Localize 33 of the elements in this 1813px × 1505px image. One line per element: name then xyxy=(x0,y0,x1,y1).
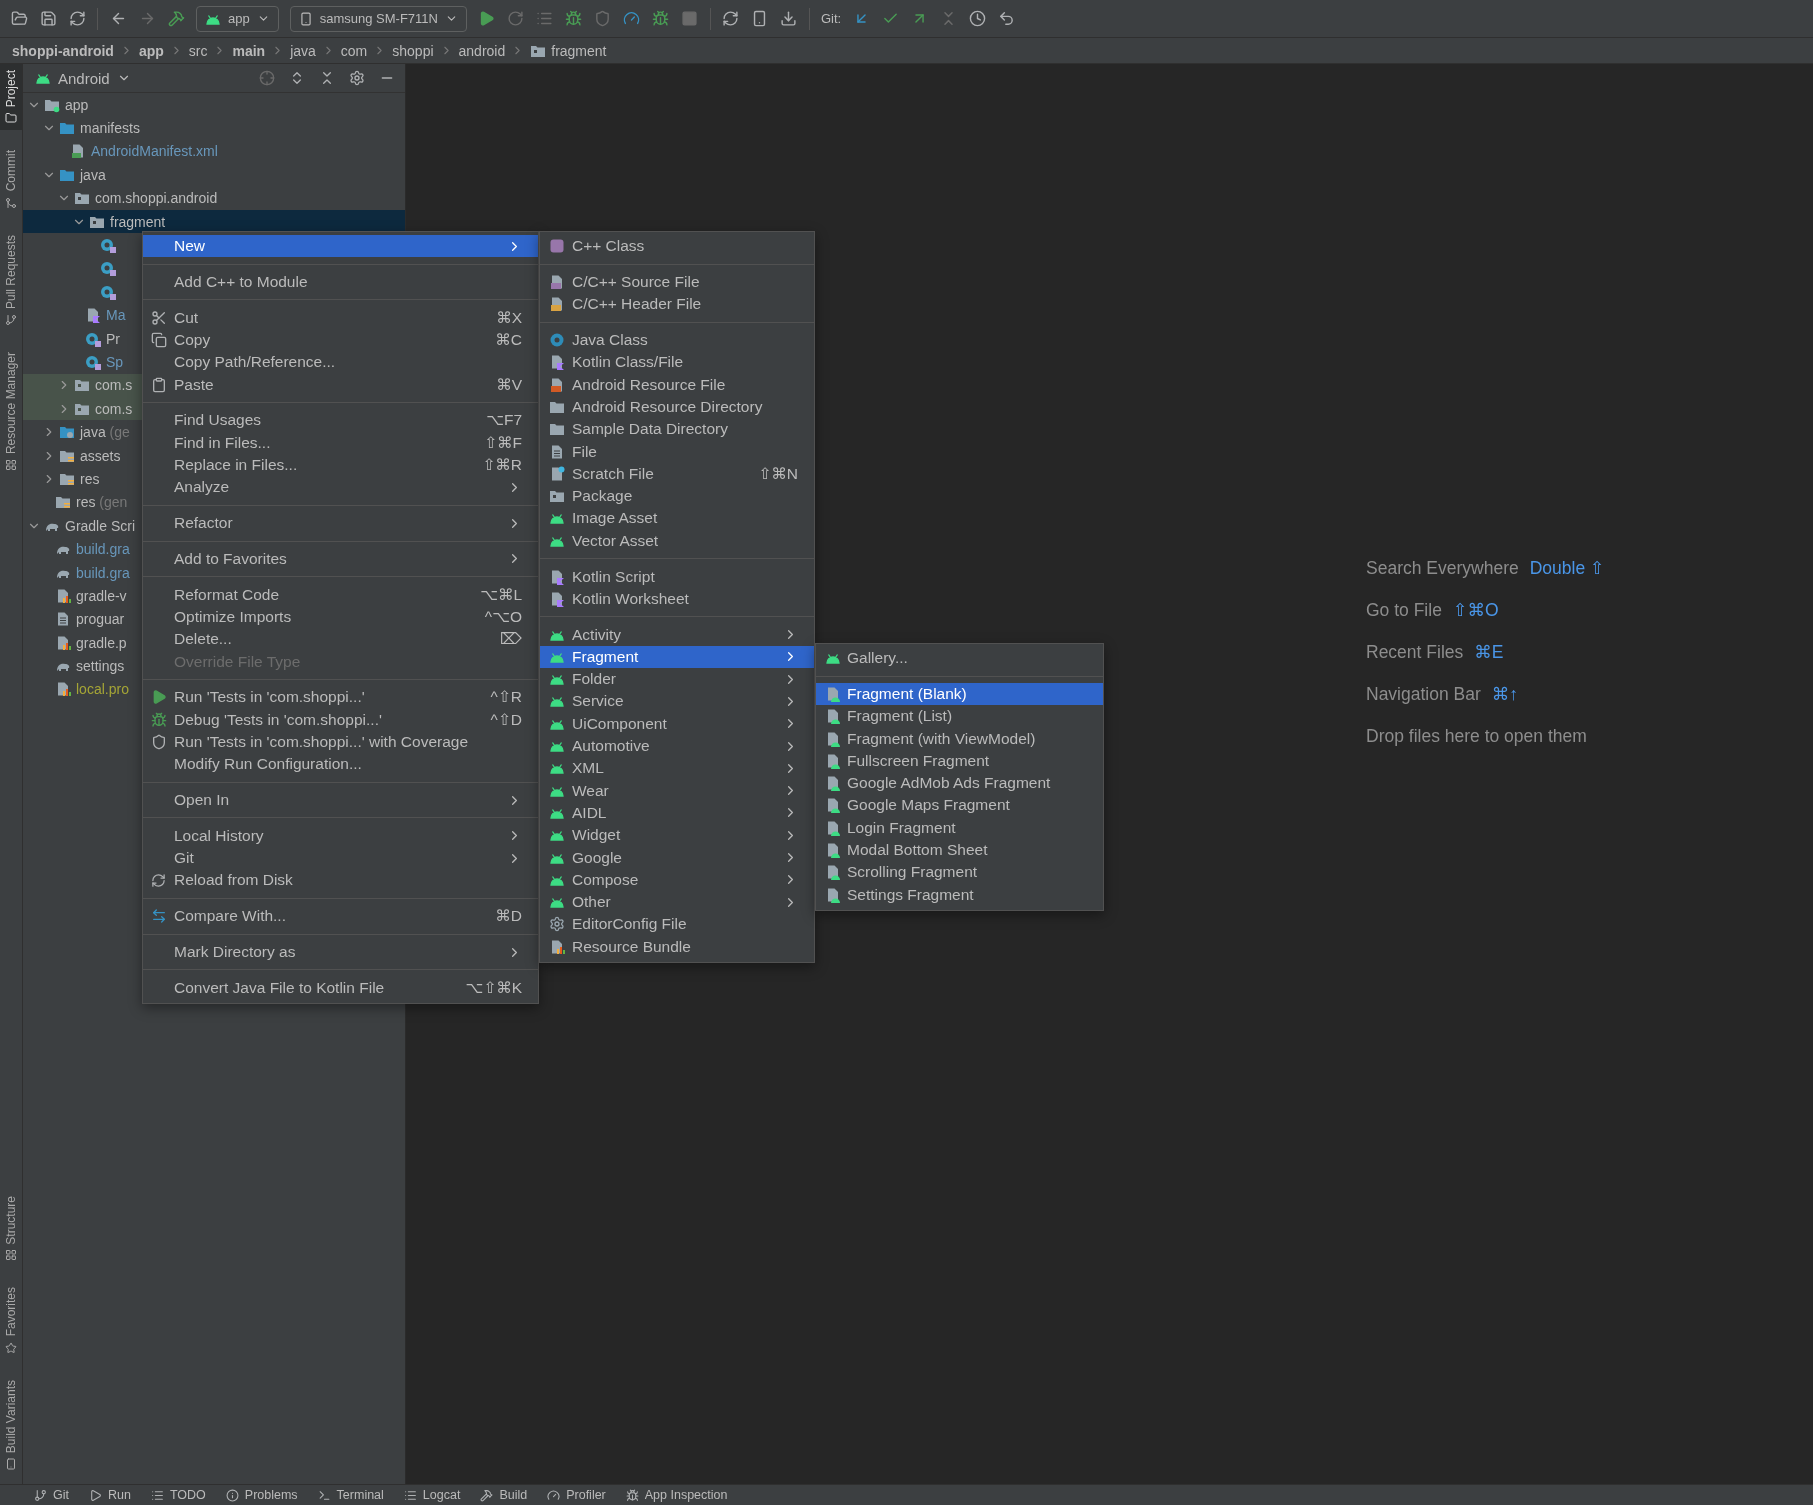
shortcut-label: ⇧⌘O xyxy=(1452,600,1499,621)
tree-item-label: com.shoppi.android xyxy=(95,190,218,207)
tree-item-label: gradle.p xyxy=(76,634,127,651)
tree-item-label: local.pro xyxy=(76,681,129,698)
tree-item-label: manifests xyxy=(80,120,140,137)
tree-item-label: Ma xyxy=(106,307,126,324)
git-label: Git: xyxy=(820,11,842,26)
tree-item-label: app xyxy=(65,96,89,113)
tree-item-label: AndroidManifest.xml xyxy=(91,143,218,160)
shortcut-label: Double ⇧ xyxy=(1529,558,1605,579)
tree-item-label: settings xyxy=(76,658,125,675)
tree-item-label: res xyxy=(80,470,100,487)
tree-item-label: Gradle Scri xyxy=(65,517,136,534)
tree-item-label: proguar xyxy=(76,611,125,628)
hint-label: Go to File xyxy=(1366,600,1442,621)
tree-item-label: build.gra xyxy=(76,541,130,558)
tree-item-label: gradle-v xyxy=(76,587,127,604)
tree-item-label: com.s xyxy=(95,377,133,394)
shortcut-label: ⌘E xyxy=(1474,642,1504,663)
tree-item-label: Pr xyxy=(106,330,120,347)
tree-item-label: res (gen xyxy=(76,494,128,511)
tree-item-label: java xyxy=(80,166,106,183)
tree-item-label: fragment xyxy=(110,213,166,230)
shortcut-label: ⌘↑ xyxy=(1491,684,1519,705)
hint-label: Navigation Bar xyxy=(1366,684,1481,705)
tree-item-label: com.s xyxy=(95,400,133,417)
hint-label: Drop files here to open them xyxy=(1366,726,1587,747)
tree-item-label: java (ge xyxy=(80,424,130,441)
tree-item-label: assets xyxy=(80,447,121,464)
tree-item-label: build.gra xyxy=(76,564,130,581)
hint-label: Search Everywhere xyxy=(1366,558,1519,579)
hint-label: Recent Files xyxy=(1366,642,1464,663)
tree-item-label: Sp xyxy=(106,354,124,370)
